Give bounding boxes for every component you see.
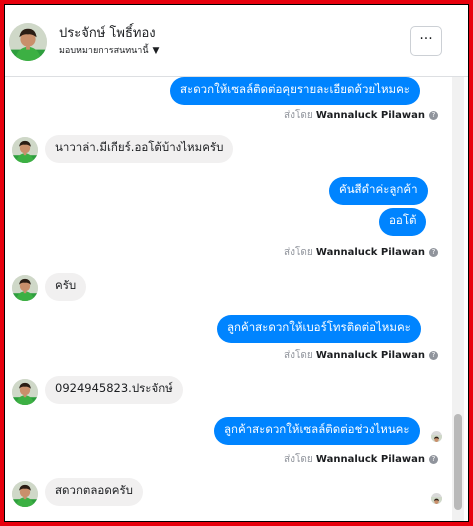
help-icon[interactable]: ? [428, 454, 438, 464]
contact-avatar [12, 481, 38, 507]
incoming-message[interactable]: สดวกตลอดครับ [45, 478, 143, 506]
help-icon[interactable]: ? [428, 350, 438, 360]
sent-by-label: ส่งโดย Wannaluck Pilawan? [284, 245, 438, 260]
incoming-message[interactable]: นาวาล่า.มีเกียร์.ออโต้บ้างไหมครับ [45, 135, 234, 163]
sender-name: Wannaluck Pilawan [315, 247, 425, 258]
conversation-window: ประจักษ์ โพธิ์ทอง มอบหมายการสนทนานี้ ▼ ··… [4, 4, 469, 522]
sender-name: Wannaluck Pilawan [315, 350, 425, 361]
contact-avatar [12, 379, 38, 405]
contact-avatar [12, 275, 38, 301]
assign-conversation-label: มอบหมายการสนทนานี้ [59, 46, 149, 56]
sender-name: Wannaluck Pilawan [315, 454, 425, 465]
contact-avatar[interactable] [9, 23, 47, 61]
scrollbar-track[interactable] [452, 77, 464, 521]
more-options-button[interactable]: ··· [410, 26, 442, 56]
contact-avatar [12, 137, 38, 163]
help-icon[interactable]: ? [428, 110, 438, 120]
sent-by-label: ส่งโดย Wannaluck Pilawan? [284, 108, 438, 123]
seen-by-avatar [431, 431, 442, 442]
assign-conversation-dropdown[interactable]: มอบหมายการสนทนานี้ ▼ [59, 43, 159, 57]
seen-by-avatar [431, 493, 442, 504]
outgoing-message[interactable]: สะดวกให้เซลล์ติดต่อคุยรายละเอียดด้วยไหมค… [170, 77, 420, 105]
outgoing-message[interactable]: คันสีดำค่ะลูกค้า [329, 177, 428, 205]
conversation-header: ประจักษ์ โพธิ์ทอง มอบหมายการสนทนานี้ ▼ ··… [5, 5, 468, 77]
help-icon[interactable]: ? [428, 247, 438, 257]
scrollbar-thumb[interactable] [454, 414, 462, 510]
outgoing-message[interactable]: ลูกค้าสะดวกให้เบอร์โทรติดต่อไหมคะ [217, 315, 421, 343]
outgoing-message[interactable]: ออโต้ [379, 208, 427, 236]
chevron-down-icon: ▼ [152, 46, 160, 56]
incoming-message[interactable]: ครับ [45, 273, 87, 301]
sent-by-label: ส่งโดย Wannaluck Pilawan? [284, 348, 438, 363]
sent-by-label: ส่งโดย Wannaluck Pilawan? [284, 452, 438, 467]
contact-name[interactable]: ประจักษ์ โพธิ์ทอง [59, 22, 156, 43]
sender-name: Wannaluck Pilawan [315, 110, 425, 121]
incoming-message[interactable]: 0924945823.ประจักษ์ [45, 376, 183, 404]
outgoing-message[interactable]: ลูกค้าสะดวกให้เซลล์ติดต่อช่วงไหนคะ [214, 417, 420, 445]
